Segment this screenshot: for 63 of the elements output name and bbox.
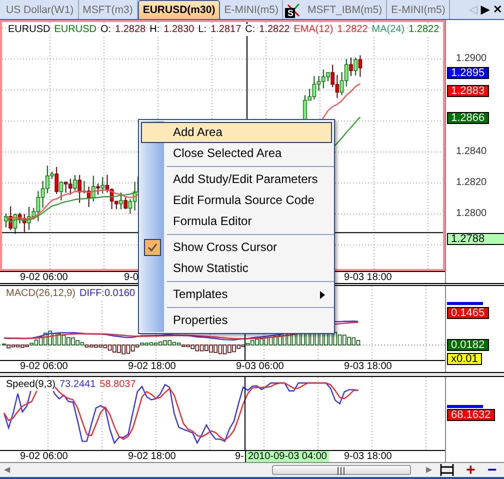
cursor-time-tag: 2010-09-03 04:00 xyxy=(245,451,329,462)
fit-icon[interactable] xyxy=(440,463,454,477)
time-axis-label: 9- xyxy=(235,451,244,462)
menu-item[interactable]: Add Study/Edit Parameters xyxy=(141,169,332,190)
menu-item[interactable]: Properties xyxy=(141,310,332,331)
zoom-in-button[interactable]: + xyxy=(460,464,482,476)
legend-text: C: xyxy=(245,24,256,36)
chart-tab[interactable]: MSFT_IBM(m5) xyxy=(303,0,388,19)
cursor-price-tag: 1.2788 xyxy=(447,232,504,245)
value-tag: 1.2895 xyxy=(447,66,489,79)
time-axis-label: 9-03 18:00 xyxy=(344,272,392,283)
value-tag-bar xyxy=(447,405,483,408)
time-axis-label: 9-02 18:00 xyxy=(128,361,176,372)
icon-badge: S xyxy=(285,8,296,18)
scroll-left-button[interactable]: ◀ xyxy=(0,463,14,477)
value-tag: 0.0182 xyxy=(447,339,489,351)
time-axis-label: 9-03 18:00 xyxy=(344,451,392,462)
time-axis-label: 9-03 06:00 xyxy=(236,361,284,372)
legend-text: 58.8037 xyxy=(100,379,136,391)
value-tag: 68.1632 xyxy=(447,409,495,421)
time-axis-label: 9-02 18:00 xyxy=(128,451,176,462)
menu-item[interactable]: Formula Editor xyxy=(141,211,332,232)
value-tag: 0.1465 xyxy=(447,307,489,319)
menu-item[interactable]: Add Area xyxy=(141,122,332,143)
chart-tab[interactable]: E-MINI(m5) xyxy=(220,0,284,19)
chart-tab[interactable]: E-MINI(m5) xyxy=(387,0,450,19)
legend-text: 73.2441 xyxy=(59,379,96,391)
time-axis-label: 9-02 06:00 xyxy=(20,272,68,283)
legend-text: DIFF:0.0160 xyxy=(79,288,136,300)
price-axis-label: 1.2900 xyxy=(456,54,487,64)
legend-text: MACD(26,12,9) xyxy=(6,288,76,300)
value-tag: 1.2866 xyxy=(447,112,489,124)
legend-text: 1.2822 xyxy=(408,24,440,36)
scroll-right-button[interactable]: ▶ xyxy=(422,463,436,477)
time-axis-label: 9-0 xyxy=(124,272,138,283)
time-axis-label: 9-03 18:00 xyxy=(344,361,392,372)
menu-item[interactable]: Show Cross Cursor xyxy=(141,237,332,258)
scroll-thumb[interactable] xyxy=(272,465,411,475)
legend-text: EURUSD xyxy=(8,24,50,36)
time-axis-label: 9-02 06:00 xyxy=(20,361,68,372)
menu-item[interactable]: Close Selected Area xyxy=(141,143,332,164)
chart-tab[interactable]: US Dollar(W1) xyxy=(2,0,79,19)
value-tag: x0.01 xyxy=(447,353,482,365)
close-button[interactable]: ✕ xyxy=(491,1,504,19)
price-axis-label: 1.2840 xyxy=(456,147,487,157)
legend-text: 1.2817 xyxy=(210,24,242,36)
zoom-out-button[interactable]: − xyxy=(481,464,503,476)
value-tag-bar xyxy=(447,302,483,305)
time-axis-label: 9-02 06:00 xyxy=(20,451,68,462)
value-tag: 1.2883 xyxy=(447,85,489,98)
scroll-right-button[interactable]: ▶ xyxy=(479,1,491,19)
price-axis-label: 1.2820 xyxy=(456,178,487,188)
legend-text: O: xyxy=(100,24,112,36)
chart-tab[interactable]: EURUSD(m30) xyxy=(138,0,220,19)
menu-item[interactable]: Edit Formula Source Code xyxy=(141,190,332,211)
legend-text: Speed(9,3) xyxy=(6,379,56,391)
menu-item[interactable]: Templates xyxy=(141,284,332,305)
legend-text: 1.2822 xyxy=(259,24,290,36)
menu-item[interactable]: Show Statistic xyxy=(141,258,332,279)
price-axis-label: 1.2800 xyxy=(456,209,487,219)
legend-text: MA(24) xyxy=(372,24,405,36)
legend-text: EMA(12) xyxy=(294,24,334,36)
legend-text: H: xyxy=(150,24,160,36)
